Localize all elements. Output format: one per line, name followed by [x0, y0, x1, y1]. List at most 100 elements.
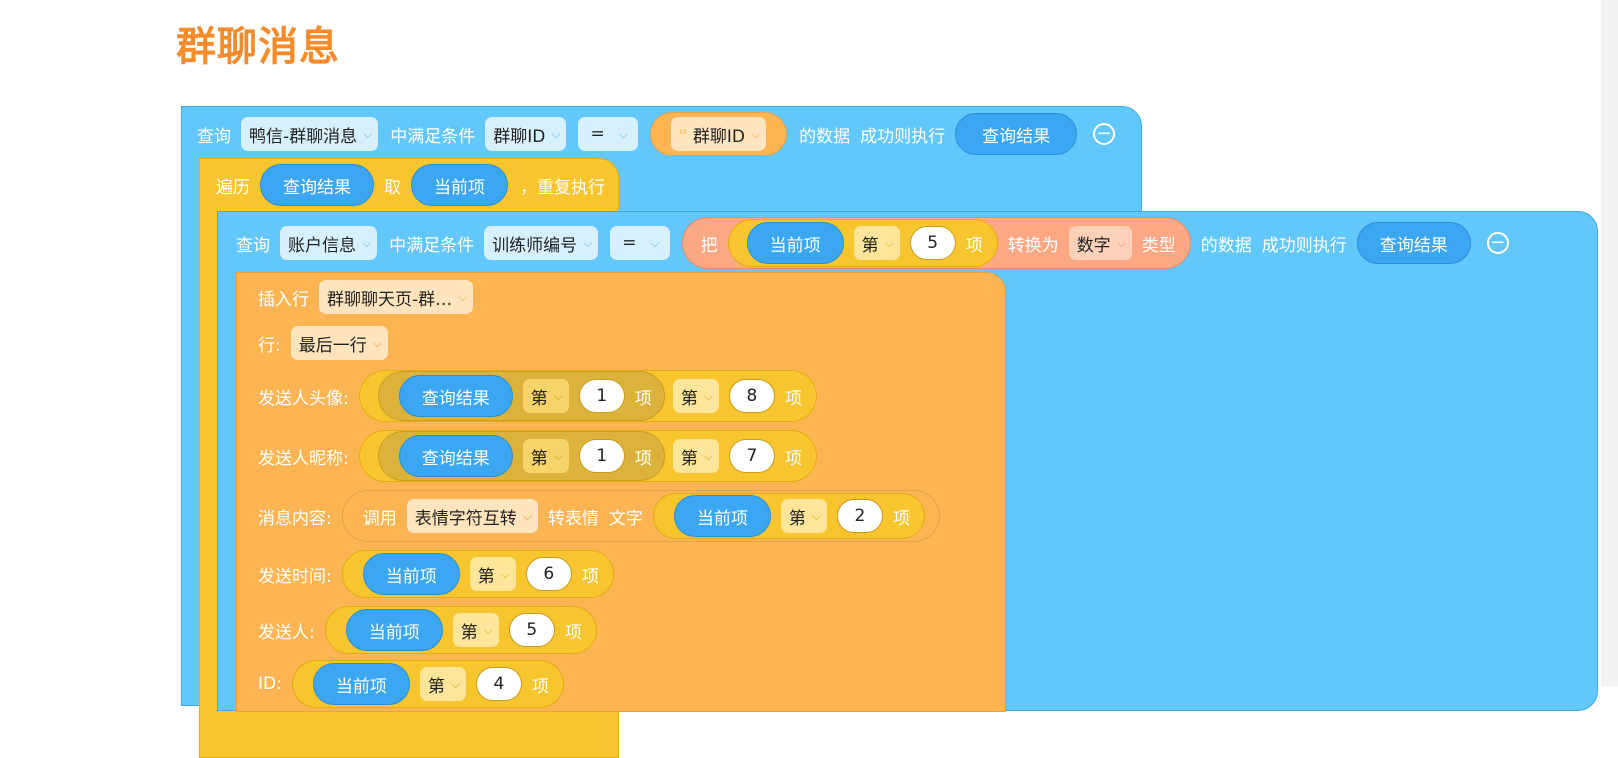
nth-dropdown[interactable]: 第 ⌵: [780, 499, 827, 533]
nth-value: 第: [477, 566, 495, 587]
chevron-down-icon: ⌵: [1116, 235, 1126, 250]
nth-dropdown[interactable]: 第 ⌵: [452, 613, 499, 647]
index-input[interactable]: 6: [525, 557, 572, 591]
field-line-message: 消息内容: 调用 表情字符互转 ⌵ 转表情 文字 当前项 第 ⌵ 2 项: [258, 490, 940, 542]
function-call-block[interactable]: 调用 表情字符互转 ⌵ 转表情 文字 当前项 第 ⌵ 2 项: [341, 490, 940, 542]
chevron-down-icon: ⌵: [703, 448, 713, 463]
nth-value: 第: [460, 622, 478, 643]
collapse-icon[interactable]: −: [1093, 123, 1116, 145]
xiang-label: 项: [634, 448, 652, 469]
nth-dropdown[interactable]: 第 ⌵: [853, 226, 900, 260]
chevron-down-icon: ⌵: [551, 126, 561, 141]
xiang-label: 项: [892, 508, 910, 529]
row-position-line: 行: 最后一行 ⌵: [258, 325, 400, 361]
field-dropdown-value: 训练师编号: [492, 235, 578, 256]
result-variable[interactable]: 查询结果: [955, 113, 1078, 155]
collapse-icon[interactable]: −: [1486, 232, 1509, 254]
success-keyword: 成功则执行: [860, 126, 946, 147]
result-variable[interactable]: 查询结果: [1356, 222, 1471, 264]
current-item-variable[interactable]: 当前项: [312, 663, 410, 705]
xiang-label: 项: [531, 676, 549, 697]
nth-value: 第: [788, 508, 806, 529]
chevron-down-icon: ⌵: [650, 235, 660, 250]
nested-index-block[interactable]: 查询结果 第 ⌵ 1 项 第 ⌵ 7 项: [358, 430, 817, 482]
current-item-variable[interactable]: 当前项: [746, 222, 844, 264]
loop-list-variable[interactable]: 查询结果: [260, 164, 374, 206]
index-input[interactable]: 1: [578, 379, 625, 413]
index-input[interactable]: 7: [728, 439, 775, 473]
operator-dropdown[interactable]: = ⌵: [578, 117, 638, 151]
index-input[interactable]: 2: [836, 499, 883, 533]
chevron-down-icon: ⌵: [750, 126, 761, 141]
item-index-block[interactable]: 当前项 第 ⌵ 6 项: [341, 550, 614, 598]
nth-value: 第: [427, 676, 445, 697]
chevron-down-icon: ⌵: [363, 126, 373, 141]
field-line-id: ID: 当前项 第 ⌵ 4 项: [258, 660, 564, 708]
field-label: 发送时间:: [258, 566, 332, 587]
result-variable[interactable]: 查询结果: [398, 435, 513, 477]
data-keyword: 的数据: [799, 126, 851, 147]
nth-dropdown[interactable]: 第 ⌵: [419, 667, 466, 701]
type-dropdown[interactable]: 数字 ⌵: [1068, 226, 1132, 260]
call-keyword: 调用: [362, 508, 397, 529]
vertical-scrollbar[interactable]: [1601, 0, 1618, 686]
operator-value: =: [590, 124, 605, 144]
loop-block-header: 遍历 查询结果 取 当前项 ，重复执行: [216, 162, 605, 208]
loop-keyword: 遍历: [216, 177, 250, 198]
current-item-variable[interactable]: 当前项: [673, 495, 771, 537]
chevron-down-icon: ⌵: [811, 508, 821, 523]
table-dropdown-value: 鸭信-群聊消息: [249, 126, 358, 147]
chevron-down-icon: ⌵: [450, 676, 460, 691]
chevron-down-icon: ⌵: [553, 388, 563, 403]
index-input[interactable]: 1: [578, 439, 625, 473]
chevron-down-icon: ⌵: [618, 126, 628, 141]
value-field-dropdown[interactable]: ¹² 群聊ID ⌵: [670, 117, 767, 151]
loop-item-variable[interactable]: 当前项: [411, 164, 508, 206]
convert-block[interactable]: 把 当前项 第 ⌵ 5 项 转换为 数字 ⌵ 类型: [681, 217, 1191, 269]
index-input[interactable]: 4: [475, 667, 522, 701]
function-dropdown[interactable]: 表情字符互转 ⌵: [406, 499, 538, 533]
nth-dropdown[interactable]: 第 ⌵: [672, 439, 719, 473]
field-dropdown[interactable]: 训练师编号 ⌵: [484, 226, 599, 260]
nth-dropdown[interactable]: 第 ⌵: [522, 439, 569, 473]
inner-index-block[interactable]: 查询结果 第 ⌵ 1 项: [377, 371, 665, 421]
current-item-variable[interactable]: 当前项: [345, 609, 443, 651]
field-dropdown[interactable]: 群聊ID ⌵: [485, 117, 567, 151]
item-index-block[interactable]: 当前项 第 ⌵ 4 项: [291, 660, 564, 708]
index-input[interactable]: 8: [728, 379, 775, 413]
where-keyword: 中满足条件: [389, 235, 475, 256]
where-keyword: 中满足条件: [390, 126, 476, 147]
field-label: 发送人:: [258, 622, 315, 643]
nth-dropdown[interactable]: 第 ⌵: [522, 379, 569, 413]
data-keyword: 的数据: [1200, 235, 1252, 256]
type-value: 数字: [1076, 235, 1111, 256]
row-label: 行:: [258, 335, 281, 356]
item-index-block[interactable]: 当前项 第 ⌵ 5 项: [727, 219, 998, 267]
nested-index-block[interactable]: 查询结果 第 ⌵ 1 项 第 ⌵ 8 项: [358, 370, 817, 422]
table-dropdown[interactable]: 鸭信-群聊消息 ⌵: [241, 117, 379, 151]
value-field-block[interactable]: ¹² 群聊ID ⌵: [649, 112, 788, 156]
result-variable[interactable]: 查询结果: [398, 375, 513, 417]
item-index-block[interactable]: 当前项 第 ⌵ 2 项: [652, 493, 925, 539]
nth-value: 第: [530, 388, 548, 409]
item-index-block[interactable]: 当前项 第 ⌵ 5 项: [324, 606, 597, 654]
number-type-icon: ¹²: [678, 128, 687, 140]
success-keyword: 成功则执行: [1261, 235, 1347, 256]
field-label: 发送人昵称:: [258, 448, 349, 469]
field-label: 发送人头像:: [258, 388, 349, 409]
chevron-down-icon: ⌵: [372, 335, 382, 350]
index-input[interactable]: 5: [508, 613, 555, 647]
current-item-variable[interactable]: 当前项: [362, 553, 460, 595]
insert-table-dropdown[interactable]: 群聊聊天页-群… ⌵: [319, 280, 474, 314]
nth-value: 第: [680, 388, 698, 409]
xiang-label: 项: [965, 235, 983, 256]
nth-dropdown[interactable]: 第 ⌵: [672, 379, 719, 413]
inner-index-block[interactable]: 查询结果 第 ⌵ 1 项: [377, 431, 665, 481]
nth-dropdown[interactable]: 第 ⌵: [469, 557, 516, 591]
index-input[interactable]: 5: [909, 226, 956, 260]
table-dropdown[interactable]: 账户信息 ⌵: [280, 226, 378, 260]
row-position-dropdown[interactable]: 最后一行 ⌵: [290, 326, 388, 360]
chevron-down-icon: ⌵: [458, 289, 468, 304]
take-keyword: 取: [384, 177, 401, 198]
operator-dropdown[interactable]: = ⌵: [610, 226, 670, 260]
